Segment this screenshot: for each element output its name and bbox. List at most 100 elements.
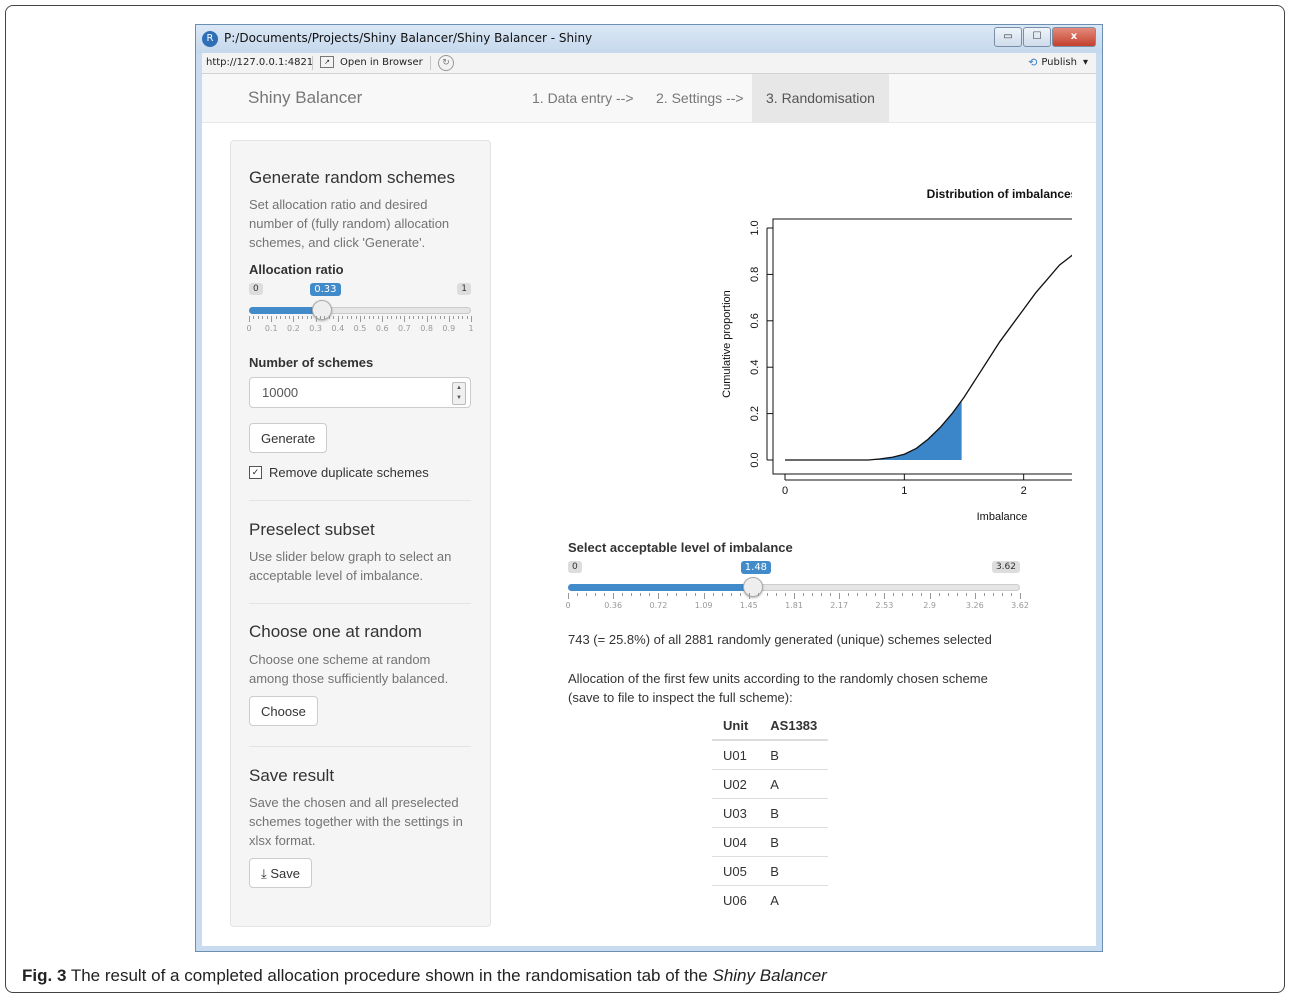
slider-minor-tick — [422, 316, 424, 319]
number-of-schemes-input[interactable]: 10000 ▲ ▼ — [249, 377, 471, 408]
slider-minor-tick — [766, 593, 768, 596]
remove-duplicates-checkbox[interactable]: ✓ Remove duplicate schemes — [249, 465, 429, 480]
refresh-icon[interactable]: ↻ — [438, 55, 454, 71]
slider-tick — [471, 316, 472, 322]
slider-tick — [426, 316, 428, 322]
save-button[interactable]: ⤓ Save — [249, 858, 313, 888]
slider-minor-tick — [364, 316, 366, 319]
tab-settings[interactable]: 2. Settings --> — [642, 74, 758, 122]
y-tick-label: 0.6 — [749, 313, 761, 328]
slider-handle[interactable] — [742, 577, 763, 597]
slider-minor-tick — [377, 316, 379, 319]
slider-minor-tick — [395, 316, 397, 319]
minimize-button[interactable]: ▭ — [994, 27, 1022, 47]
maximize-button[interactable]: ☐ — [1023, 27, 1051, 47]
window-controls: ▭ ☐ x — [993, 27, 1096, 47]
open-in-browser-label: Open in Browser — [340, 56, 423, 68]
chart-title: Distribution of imbalances — [927, 187, 1072, 201]
slider-tick — [271, 316, 273, 322]
section-divider — [249, 603, 471, 604]
slider-tick — [568, 593, 569, 599]
slider-minor-tick — [730, 593, 732, 596]
slider-tick — [703, 593, 705, 599]
slider-tick-label: 1.45 — [739, 601, 758, 610]
publish-button[interactable]: ⟲ Publish ▾ — [1028, 56, 1088, 69]
publish-icon: ⟲ — [1028, 56, 1038, 69]
save-heading: Save result — [249, 766, 335, 785]
slider-minor-tick — [284, 316, 286, 319]
y-tick-label: 0.4 — [749, 360, 761, 375]
preselect-heading: Preselect subset — [249, 520, 375, 539]
slider-minor-tick — [983, 593, 985, 596]
slider-minor-tick — [386, 316, 388, 319]
imbalance-chart: Distribution of imbalances01230.00.20.40… — [721, 187, 1072, 523]
slider-tick — [315, 316, 317, 322]
slider-minor-tick — [694, 593, 696, 596]
tab-randomisation[interactable]: 3. Randomisation — [752, 74, 889, 122]
slider-tick — [974, 593, 976, 599]
imbalance-slider[interactable]: 0 3.62 1.48 0 0.36 0.72 1.09 1.45 1.81 2.17 2.5… — [565, 561, 1029, 613]
slider-minor-tick — [431, 316, 433, 319]
slider-value-label: 1.48 — [740, 561, 772, 574]
slider-tick-label: 2.9 — [923, 601, 936, 610]
table-row: U01 B — [712, 739, 829, 770]
slider-tick-label: 0.1 — [264, 324, 278, 333]
slider-minor-tick — [803, 593, 805, 596]
slider-minor-tick — [435, 316, 437, 319]
slider-minor-tick — [302, 316, 304, 319]
slider-minor-tick — [938, 593, 940, 596]
slider-minor-tick — [262, 316, 264, 319]
viewer-toolbar: http://127.0.0.1:4821 ↗ Open in Browser … — [202, 53, 1096, 74]
figure-caption: Fig. 3 The result of a completed allocat… — [22, 966, 827, 986]
open-in-browser-button[interactable]: ↗ Open in Browser — [320, 56, 423, 68]
slider-minor-tick — [757, 593, 759, 596]
slider-tick — [337, 316, 339, 322]
table-cell: U04 — [712, 827, 760, 857]
table-row: U03 B — [712, 798, 829, 828]
table-cell: B — [759, 856, 829, 886]
slider-minor-tick — [297, 316, 299, 319]
slider-value-label: 0.33 — [310, 283, 341, 296]
slider-minor-tick — [866, 593, 868, 596]
slider-tick — [1020, 593, 1021, 599]
slider-minor-tick — [328, 316, 330, 319]
allocation-ratio-slider[interactable]: 0 1 0.33 0 0.1 0.2 0.3 0.4 0.5 0.6 0.7 0.8 0.9 1 — [246, 283, 474, 333]
title-bar[interactable]: R P:/Documents/Projects/Shiny Balancer/S… — [196, 25, 1102, 53]
table-header-row: Unit AS1383 — [712, 711, 829, 741]
slider-minor-tick — [368, 316, 370, 319]
y-tick-label: 0.8 — [749, 267, 761, 282]
slider-minor-tick — [920, 593, 922, 596]
table-cell: A — [759, 885, 829, 914]
allocation-table: Unit AS1383 U01 B U02 A U03 B U04 B U05 B U06… — [712, 711, 829, 914]
slider-max-label: 1 — [457, 283, 471, 295]
slider-tick-label: 2.17 — [830, 601, 849, 610]
slider-tick — [382, 316, 384, 322]
choose-button[interactable]: Choose — [249, 696, 318, 726]
checkbox-checked-icon[interactable]: ✓ — [249, 466, 262, 479]
generate-button[interactable]: Generate — [249, 423, 328, 453]
tab-data-entry[interactable]: 1. Data entry --> — [518, 74, 648, 122]
navbar-brand[interactable]: Shiny Balancer — [248, 88, 362, 108]
slider-minor-tick — [604, 593, 606, 596]
slider-tick — [613, 593, 615, 599]
slider-tick-label: 1 — [468, 324, 474, 333]
slider-minor-tick — [373, 316, 375, 319]
slider-tick — [360, 316, 361, 322]
slider-bar — [249, 307, 323, 314]
slider-minor-tick — [342, 316, 344, 319]
close-button[interactable]: x — [1052, 27, 1096, 47]
slider-tick — [929, 593, 931, 599]
slider-minor-tick — [320, 316, 322, 319]
slider-minor-tick — [355, 316, 357, 319]
slider-minor-tick — [821, 593, 823, 596]
slider-tick-label: 0 — [246, 324, 252, 333]
slider-minor-tick — [812, 593, 814, 596]
generate-heading: Generate random schemes — [249, 168, 455, 187]
rstudio-icon: R — [202, 31, 218, 47]
table-cell: B — [759, 739, 829, 770]
selection-summary: 743 (= 25.8%) of all 2881 randomly gener… — [568, 632, 992, 647]
slider-minor-tick — [875, 593, 877, 596]
spinner-arrows-icon[interactable]: ▲ ▼ — [452, 382, 466, 405]
slider-minor-tick — [902, 593, 904, 596]
slider-minor-tick — [324, 316, 326, 319]
